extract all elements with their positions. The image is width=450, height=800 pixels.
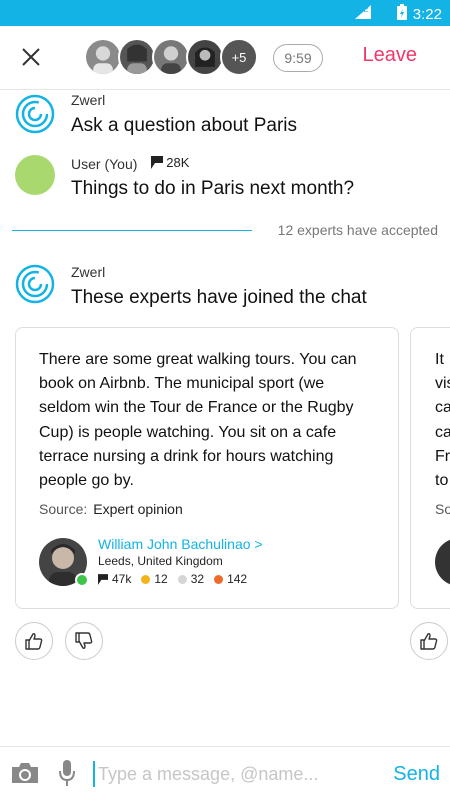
zwerl-logo-icon <box>15 264 55 304</box>
bronze-badge-icon <box>214 574 224 584</box>
expert-answer-card[interactable]: It vis ca ca Fr to So <box>410 327 450 609</box>
silver-count: 32 <box>190 572 205 586</box>
expert-stats: 47k 12 32 142 <box>98 572 247 586</box>
bronze-count: 142 <box>227 572 248 586</box>
expert-avatar[interactable] <box>435 538 450 586</box>
source-value: Expert opinion <box>93 501 183 517</box>
thumbs-up-icon <box>25 633 43 650</box>
message-text: Ask a question about Paris <box>71 115 298 136</box>
message-composer: Send <box>0 746 450 800</box>
thumbs-up-button[interactable] <box>410 622 448 660</box>
expert-answer-text: There are some great walking tours. You … <box>39 351 357 490</box>
camera-button[interactable] <box>10 761 40 785</box>
status-bar: LTE 3:22 <box>0 0 450 26</box>
message-sender-row: User (You) 28K <box>71 155 189 172</box>
chat-header: +5 9:59 Leave <box>0 26 450 90</box>
expert-answer-card[interactable]: There are some great walking tours. You … <box>15 327 399 609</box>
expert-credits: 47k <box>112 572 132 586</box>
camera-icon <box>12 763 38 783</box>
answer-source: Source: Expert opinion <box>39 501 183 517</box>
close-button[interactable] <box>18 44 44 70</box>
message-sender: User (You) <box>71 156 138 172</box>
thumbs-up-button[interactable] <box>15 622 53 660</box>
microphone-button[interactable] <box>58 759 76 787</box>
message-sender: Zwerl <box>71 264 106 280</box>
credits-value: 28K <box>166 155 190 170</box>
microphone-icon <box>59 760 75 786</box>
participant-avatar <box>152 38 190 76</box>
thumbs-down-button[interactable] <box>65 622 103 660</box>
credits-icon <box>98 573 108 585</box>
participant-avatar <box>118 38 156 76</box>
send-button[interactable]: Send <box>393 763 440 786</box>
status-time: 3:22 <box>412 5 442 23</box>
close-icon <box>22 48 40 66</box>
network-label: LTE <box>354 4 369 14</box>
expert-answer-text: It vis ca ca Fr to <box>435 351 450 490</box>
chat-timer: 9:59 <box>273 44 323 72</box>
source-label: Source: <box>39 501 88 517</box>
experts-accepted-text: 12 experts have accepted <box>277 222 438 238</box>
expert-name-link[interactable]: William John Bachulinao > <box>98 536 263 552</box>
expert-location: Leeds, United Kingdom <box>98 554 223 568</box>
credits-badge: 28K <box>151 155 189 170</box>
message-text: These experts have joined the chat <box>71 287 367 308</box>
zwerl-logo-icon <box>15 94 55 134</box>
silver-badge-icon <box>177 574 187 584</box>
answer-source: So <box>435 501 450 517</box>
thumbs-up-icon <box>420 633 438 650</box>
credits-icon <box>151 156 164 169</box>
message-sender: Zwerl <box>71 92 106 108</box>
user-avatar <box>15 155 55 195</box>
more-participants-badge: +5 <box>220 38 258 76</box>
thumbs-down-icon <box>75 632 93 649</box>
participant-avatar <box>186 38 224 76</box>
battery-icon <box>396 4 407 24</box>
divider-line <box>12 230 252 231</box>
message-input[interactable] <box>93 761 373 787</box>
gold-badge-icon <box>141 574 151 584</box>
online-status-indicator <box>75 573 89 587</box>
message-text: Things to do in Paris next month? <box>71 178 355 199</box>
leave-button[interactable]: Leave <box>363 44 418 67</box>
gold-count: 12 <box>154 572 168 586</box>
participant-avatar <box>84 38 122 76</box>
